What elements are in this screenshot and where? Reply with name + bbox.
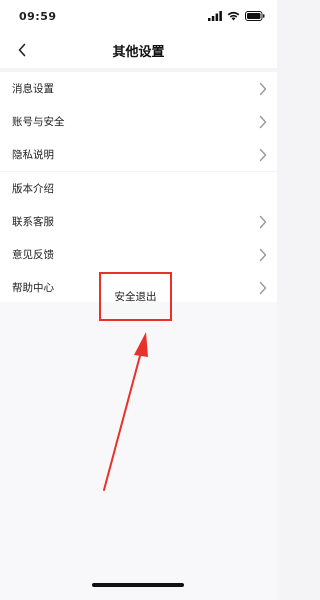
annotation-arrow (103, 332, 148, 491)
home-indicator (92, 583, 184, 587)
